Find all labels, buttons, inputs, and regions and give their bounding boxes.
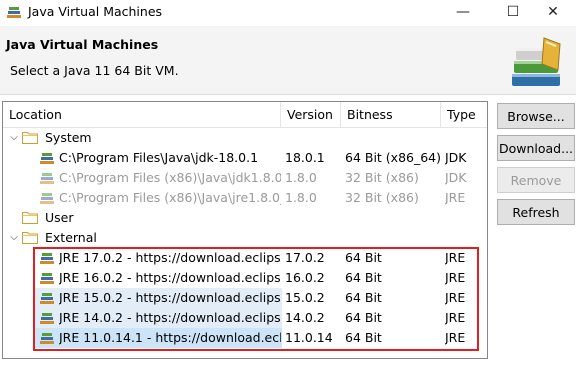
row-version: 17.0.2 <box>285 250 325 265</box>
folder-icon <box>22 131 38 144</box>
row-location: C:\Program Files (x86)\Java\jdk1.8.0_3 <box>59 170 281 185</box>
row-type: JRE <box>445 330 466 345</box>
title-bar: Java Virtual Machines — ☐ ✕ <box>0 0 576 26</box>
header-title: Java Virtual Machines <box>6 37 159 52</box>
tree-group-user[interactable]: User <box>3 208 487 228</box>
row-type: JRE <box>445 270 466 285</box>
close-button[interactable]: ✕ <box>530 0 576 24</box>
group-label: User <box>45 210 74 225</box>
tree-group-external[interactable]: ⌵ External <box>3 228 487 248</box>
row-location: C:\Program Files (x86)\Java\jre1.8.0_3 <box>59 190 281 205</box>
chevron-down-icon[interactable]: ⌵ <box>8 231 20 245</box>
table-row-selected[interactable]: JRE 11.0.14.1 - https://download.eclips … <box>3 328 487 348</box>
table-header: Location Version Bitness Type <box>3 102 487 128</box>
row-type: JRE <box>445 290 466 305</box>
row-bitness: 32 Bit (x86) <box>345 170 419 185</box>
column-version[interactable]: Version <box>281 102 341 128</box>
jre-icon <box>39 330 55 346</box>
java-app-icon <box>6 4 22 20</box>
jre-icon <box>39 290 55 306</box>
row-location: C:\Program Files\Java\jdk-18.0.1 <box>59 150 259 165</box>
row-version: 1.8.0 <box>285 190 317 205</box>
row-type: JDK <box>445 170 467 185</box>
table-row[interactable]: JRE 14.0.2 - https://download.eclipse.c … <box>3 308 487 328</box>
dialog-header: Java Virtual Machines Select a Java 11 6… <box>0 26 576 94</box>
row-bitness: 64 Bit <box>345 270 382 285</box>
header-description: Select a Java 11 64 Bit VM. <box>10 63 179 78</box>
column-type[interactable]: Type <box>441 102 487 128</box>
jre-icon <box>39 250 55 266</box>
window-title: Java Virtual Machines <box>28 4 163 19</box>
row-bitness: 64 Bit <box>345 290 382 305</box>
row-type: JRE <box>445 310 466 325</box>
download-button[interactable]: Download... <box>497 135 575 161</box>
row-bitness: 64 Bit (x86_64) <box>345 150 441 165</box>
refresh-button[interactable]: Refresh <box>497 199 575 225</box>
folder-icon <box>22 231 38 244</box>
java-books-icon <box>508 34 566 90</box>
group-label: External <box>45 230 97 245</box>
row-version: 14.0.2 <box>285 310 325 325</box>
table-row[interactable]: C:\Program Files (x86)\Java\jre1.8.0_3 1… <box>3 188 487 208</box>
table-row[interactable]: C:\Program Files\Java\jdk-18.0.1 18.0.1 … <box>3 148 487 168</box>
row-type: JRE <box>445 190 466 205</box>
row-bitness: 64 Bit <box>345 310 382 325</box>
row-location: JRE 15.0.2 - https://download.eclipse.c <box>59 290 281 305</box>
row-location: JRE 14.0.2 - https://download.eclipse.c <box>59 310 281 325</box>
row-bitness: 64 Bit <box>345 330 382 345</box>
folder-icon <box>22 211 38 224</box>
row-location: JRE 16.0.2 - https://download.eclipse.c <box>59 270 281 285</box>
row-location: JRE 11.0.14.1 - https://download.eclips <box>59 330 281 345</box>
table-row[interactable]: JRE 17.0.2 - https://download.eclipse.c … <box>3 248 487 268</box>
row-version: 1.8.0 <box>285 170 317 185</box>
table-row[interactable]: JRE 16.0.2 - https://download.eclipse.c … <box>3 268 487 288</box>
jre-icon <box>39 270 55 286</box>
row-location: JRE 17.0.2 - https://download.eclipse.c <box>59 250 281 265</box>
jre-icon <box>39 190 55 206</box>
table-row[interactable]: JRE 15.0.2 - https://download.eclipse.c … <box>3 288 487 308</box>
jdk-icon <box>39 170 55 186</box>
jvm-tree-table[interactable]: Location Version Bitness Type ⌵ System C… <box>2 101 488 359</box>
jre-icon <box>39 310 55 326</box>
browse-button[interactable]: Browse... <box>497 103 575 129</box>
row-version: 15.0.2 <box>285 290 325 305</box>
chevron-down-icon[interactable]: ⌵ <box>8 131 20 145</box>
row-bitness: 64 Bit <box>345 250 382 265</box>
row-bitness: 32 Bit (x86) <box>345 190 419 205</box>
header-separator <box>0 94 576 95</box>
table-row[interactable]: C:\Program Files (x86)\Java\jdk1.8.0_3 1… <box>3 168 487 188</box>
row-version: 16.0.2 <box>285 270 325 285</box>
tree-group-system[interactable]: ⌵ System <box>3 128 487 148</box>
row-version: 18.0.1 <box>285 150 325 165</box>
row-version: 11.0.14 <box>285 330 333 345</box>
remove-button[interactable]: Remove <box>497 167 575 193</box>
row-type: JRE <box>445 250 466 265</box>
column-location[interactable]: Location <box>3 102 281 128</box>
minimize-button[interactable]: — <box>440 0 486 24</box>
group-label: System <box>45 130 92 145</box>
column-bitness[interactable]: Bitness <box>341 102 441 128</box>
row-type: JDK <box>445 150 467 165</box>
jdk-icon <box>39 150 55 166</box>
